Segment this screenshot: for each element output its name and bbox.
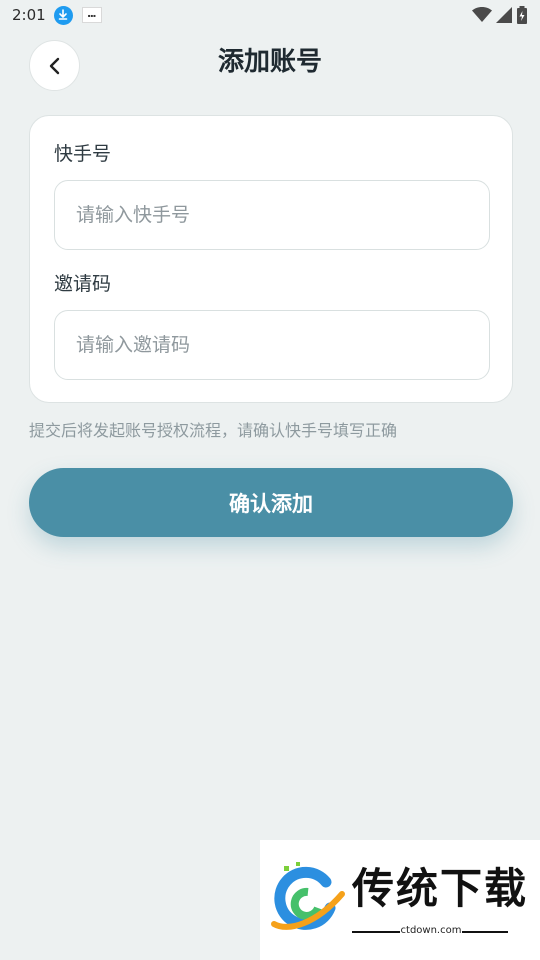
kuaishou-id-label: 快手号 <box>54 143 112 165</box>
page-title: 添加账号 <box>217 47 322 77</box>
signal-icon <box>496 7 512 23</box>
status-bar: 2:01 ▪▪▪ <box>0 0 540 30</box>
watermark-title: 传统下载 <box>352 864 529 913</box>
account-form-card: 快手号 邀请码 <box>29 115 513 403</box>
watermark-url: ctdown.com <box>400 925 462 936</box>
watermark-divider-right <box>462 931 508 933</box>
watermark: 传统下载 ctdown.com <box>260 840 540 960</box>
status-time: 2:01 <box>12 6 46 24</box>
ctdown-logo-icon <box>271 862 345 930</box>
invite-code-input[interactable] <box>54 310 490 380</box>
kuaishou-id-input[interactable] <box>54 180 490 250</box>
confirm-add-button[interactable]: 确认添加 <box>29 468 513 537</box>
wifi-icon <box>472 7 492 22</box>
watermark-divider-left <box>352 931 400 933</box>
battery-icon <box>517 6 527 24</box>
invite-code-label: 邀请码 <box>54 273 112 295</box>
app-notification-icon: ▪▪▪ <box>81 7 102 23</box>
submit-hint: 提交后将发起账号授权流程，请确认快手号填写正确 <box>29 421 398 440</box>
download-icon <box>53 5 73 25</box>
